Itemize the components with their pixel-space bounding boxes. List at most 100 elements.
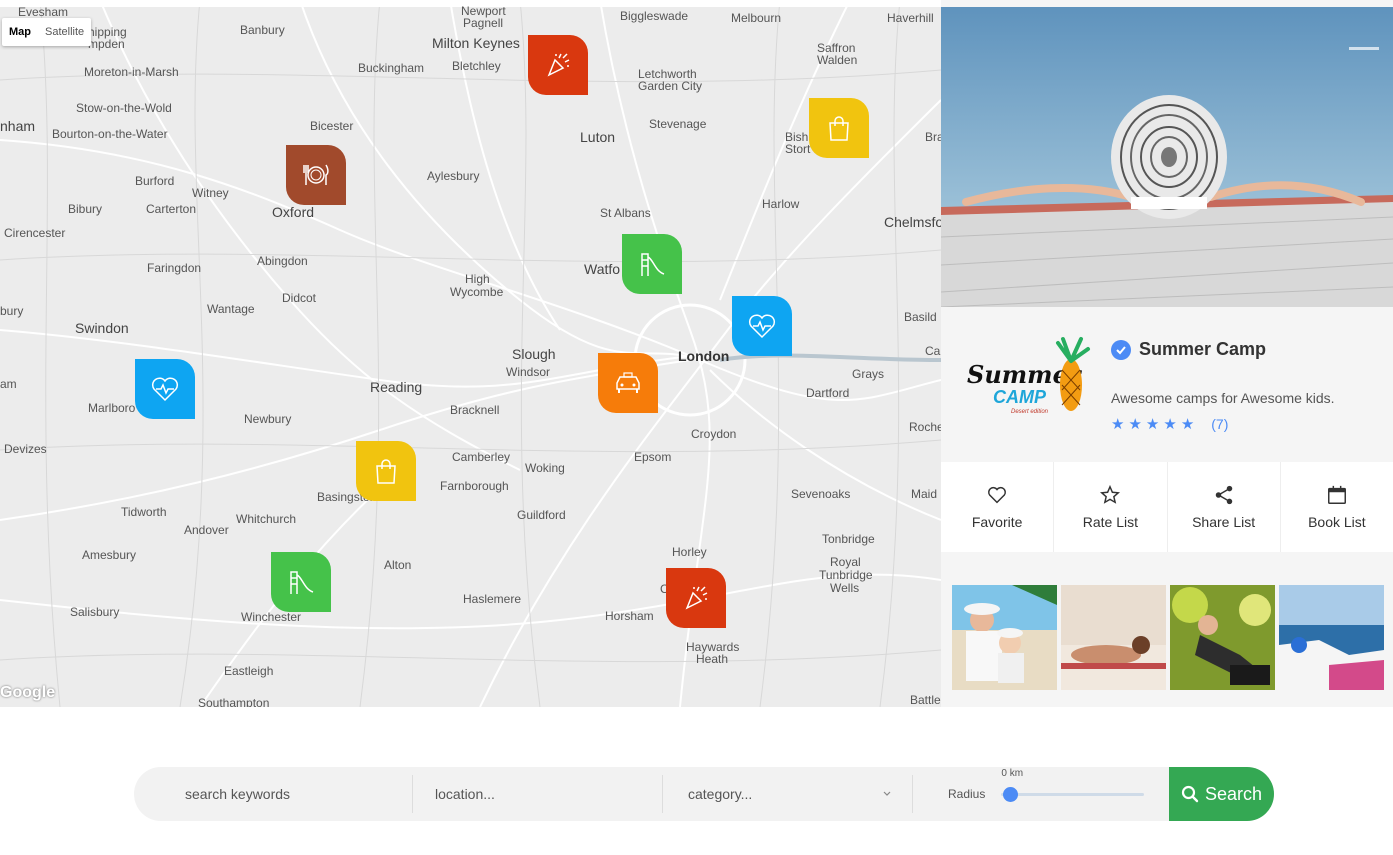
map-place-label: Stort — [785, 142, 811, 156]
map-place-label: Eastleigh — [224, 664, 274, 678]
map-type-satellite-button[interactable]: Satellite — [38, 18, 91, 46]
map-place-label: Evesham — [18, 5, 69, 19]
map-place-label: Oxford — [272, 204, 315, 220]
map-place-label: Slough — [512, 346, 556, 362]
svg-text:Desert edition: Desert edition — [1011, 409, 1049, 415]
map-place-label: High — [465, 272, 490, 286]
map-place-label: Witney — [192, 186, 229, 200]
share-icon — [1215, 485, 1232, 505]
radius-slider[interactable]: 0 km — [1001, 768, 1145, 804]
search-bar: category... Radius 0 km — [134, 767, 1274, 821]
map-marker[interactable] — [598, 353, 658, 413]
map-place-label: St Albans — [600, 206, 651, 220]
listing-title[interactable]: Summer Camp — [1139, 339, 1266, 360]
map-place-label: Wantage — [207, 302, 255, 316]
map-place-label: mpden — [88, 37, 125, 51]
search-button[interactable]: Search — [1169, 767, 1274, 821]
map-place-label: Watfo — [584, 261, 621, 277]
listing-rating[interactable]: ★ ★ ★ ★ ★ (7) — [1111, 415, 1228, 433]
radius-label: Radius — [948, 787, 986, 801]
map-place-label: Walden — [817, 53, 858, 67]
map-canvas[interactable]: Evesham Newport Pagnell Biggleswade Melbourn… — [0, 0, 941, 707]
map-marker[interactable] — [286, 145, 346, 205]
map-place-label: Moreton-in-Marsh — [84, 65, 179, 79]
map-place-label: Devizes — [4, 442, 47, 456]
map-place-label: Abingdon — [257, 254, 308, 268]
favorite-button[interactable]: Favorite — [941, 462, 1055, 552]
map-marker[interactable] — [622, 234, 682, 294]
share-list-button[interactable]: Share List — [1168, 462, 1281, 552]
summer-camp-logo: Summer CAMP Desert edition — [963, 335, 1093, 425]
map-marker[interactable] — [135, 359, 195, 419]
map-place-label: Stow-on-the-Wold — [76, 101, 172, 115]
map-place-label: Bicester — [310, 119, 354, 133]
gallery-thumbnail[interactable] — [1279, 585, 1384, 690]
location-input[interactable] — [435, 786, 662, 802]
map-place-label: Didcot — [282, 291, 317, 305]
map-place-label: Burford — [135, 174, 175, 188]
map-marker[interactable] — [732, 296, 792, 356]
radius-value: 0 km — [1001, 768, 1024, 779]
map-place-label: Wycombe — [450, 285, 504, 299]
map-marker[interactable] — [271, 552, 331, 612]
map-marker[interactable] — [356, 441, 416, 501]
map-place-label: Newbury — [244, 412, 292, 426]
beach-family-photo — [952, 585, 1057, 690]
book-list-button[interactable]: Book List — [1281, 462, 1393, 552]
star-icon: ★ — [1128, 416, 1142, 433]
gallery-thumbnail[interactable] — [952, 585, 1057, 690]
star-icon: ★ — [1145, 416, 1160, 433]
map-place-label: Royal — [830, 555, 861, 569]
map-place-label: Tunbridge — [819, 568, 873, 582]
star-icon: ★ — [1111, 416, 1125, 433]
map-place-label: Bra — [925, 130, 941, 144]
map-place-label: Carterton — [146, 202, 197, 216]
location-field-wrap — [413, 767, 662, 821]
sunbathing-photo — [1061, 585, 1166, 690]
map-place-label: Marlboro — [88, 401, 136, 415]
map-marker[interactable] — [528, 35, 588, 95]
map-marker[interactable] — [809, 98, 869, 158]
map-place-label: Bourton-on-the-Water — [52, 127, 168, 141]
star-icon — [1100, 484, 1121, 504]
rating-count[interactable]: (7) — [1211, 416, 1228, 432]
playground-slide-icon — [286, 567, 316, 597]
map-place-label: London — [678, 348, 730, 364]
rating-stars: ★ ★ ★ ★ ★ — [1111, 415, 1198, 433]
radius-slider-knob[interactable] — [1003, 787, 1019, 802]
rate-list-button[interactable]: Rate List — [1054, 462, 1168, 552]
map-place-label: Melbourn — [731, 11, 782, 25]
map-place-label: Roche — [909, 420, 941, 434]
map-place-label: Alton — [384, 558, 412, 572]
category-select[interactable]: category... — [663, 767, 912, 821]
map-place-label: Wells — [830, 581, 860, 595]
radius-slider-track[interactable] — [1001, 793, 1145, 796]
party-popper-icon — [681, 583, 711, 613]
favorite-label: Favorite — [971, 514, 1023, 530]
calendar-icon — [1327, 485, 1346, 504]
listing-hero-image — [941, 7, 1393, 307]
relaxing-woman-photo — [1170, 585, 1275, 690]
map-place-label: Bracknell — [450, 403, 500, 417]
keywords-input[interactable] — [185, 786, 412, 802]
gallery-thumbnail[interactable] — [1170, 585, 1275, 690]
rate-list-label: Rate List — [1082, 514, 1138, 530]
pool-woman-hat-image — [941, 7, 1393, 307]
health-heart-icon — [747, 311, 777, 341]
shopping-bag-icon — [824, 113, 854, 143]
map-marker[interactable] — [666, 568, 726, 628]
map-place-label: Reading — [370, 379, 423, 395]
shopping-bag-icon — [371, 456, 401, 486]
map-place-label: Harlow — [762, 197, 800, 211]
map-place-label: Banbury — [240, 23, 285, 37]
listing-title-row: Summer Camp — [1111, 339, 1266, 360]
map-place-label: Whitchurch — [236, 512, 297, 526]
category-value: category... — [688, 786, 753, 802]
gallery-thumbnail[interactable] — [1061, 585, 1166, 690]
map-place-label: Winchester — [241, 610, 302, 624]
star-icon: ★ — [1180, 416, 1195, 433]
slider-indicator[interactable] — [1349, 47, 1379, 50]
map-type-map-button[interactable]: Map — [2, 18, 38, 46]
map-place-label: Horley — [672, 545, 707, 559]
map-place-label: bury — [0, 304, 24, 318]
